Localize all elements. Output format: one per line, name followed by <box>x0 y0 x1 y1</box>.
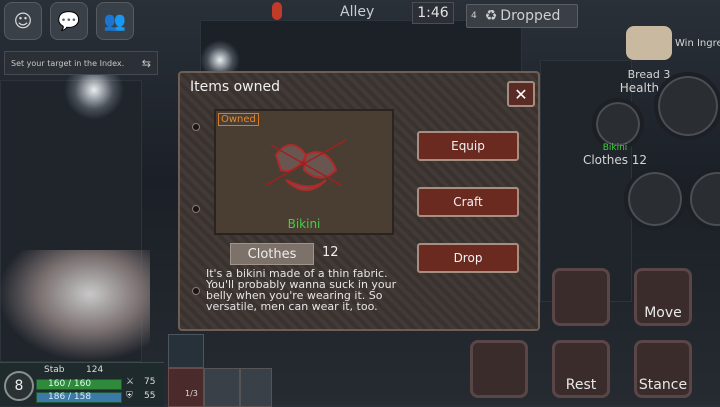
equip-button[interactable]: Equip <box>417 131 519 161</box>
alert-icon <box>272 2 282 20</box>
close-button[interactable]: ✕ <box>507 81 535 107</box>
swap-icon: ⇆ <box>141 56 151 70</box>
sword-icon: ⚔ <box>126 377 135 387</box>
people-icon: 👥 <box>103 10 127 32</box>
bikini-icon <box>265 139 347 191</box>
weapon-slot[interactable] <box>168 334 204 368</box>
weapon-count: 1/3 <box>185 389 198 398</box>
attack-name: Stab <box>44 365 65 375</box>
defense-stat: 55 <box>144 391 156 401</box>
category-tag: Clothes <box>230 243 314 265</box>
index-hint-text: Set your target in the Index. <box>11 58 125 68</box>
close-icon: ✕ <box>514 84 528 104</box>
equipped-clothes-name: Bikini <box>602 143 628 153</box>
game-clock: 1:46 <box>412 2 454 24</box>
recycle-icon: ♻ <box>484 8 498 24</box>
background-building-right <box>540 60 632 302</box>
bread-item-slot[interactable] <box>620 20 680 70</box>
dropped-items-button[interactable]: 4 ♻ Dropped <box>466 4 578 28</box>
speech-bubble-icon: 💬 <box>57 10 81 32</box>
weapon-slot[interactable] <box>204 368 240 407</box>
move-label: Move <box>644 305 682 321</box>
index-target-hint[interactable]: Set your target in the Index. ⇆ <box>4 51 158 75</box>
character-portrait-button[interactable] <box>470 340 528 398</box>
smiley-icon: ☺ <box>13 10 33 32</box>
inventory-slot-button[interactable] <box>552 268 610 326</box>
shield-icon: ⛨ <box>126 391 133 401</box>
item-name: Bikini <box>287 217 321 231</box>
character-status-panel: 8 Stab 124 160 / 160 186 / 158 ⚔ 75 ⛨ 55 <box>0 362 164 406</box>
weapon-slot-active[interactable]: 1/3 <box>168 368 204 407</box>
dialog-title: Items owned <box>190 79 281 95</box>
rivet <box>192 287 200 295</box>
equipped-clothes-stat: Clothes 12 <box>582 153 648 167</box>
dropped-label: Dropped <box>500 8 561 24</box>
rivet <box>192 123 200 131</box>
rivet <box>192 205 200 213</box>
stance-label: Stance <box>638 377 688 393</box>
hp-text: 160 / 160 <box>48 379 92 389</box>
level-badge: 8 <box>4 371 34 401</box>
rest-button[interactable]: Rest <box>552 340 610 398</box>
ingredient-label: Win Ingred <box>675 38 720 49</box>
equipment-wheel-top[interactable] <box>654 72 720 140</box>
craft-button[interactable]: Craft <box>417 187 519 217</box>
weapon-slot[interactable] <box>240 368 272 407</box>
owned-tag: Owned <box>218 113 259 126</box>
move-button[interactable]: Move <box>634 268 692 326</box>
category-value: 12 <box>322 245 339 260</box>
drop-button[interactable]: Drop <box>417 243 519 273</box>
item-preview-frame: Owned Bikini <box>214 109 394 235</box>
chat-message-button[interactable]: 💬 <box>50 2 88 40</box>
items-owned-dialog: Items owned ✕ Owned Bikini Equip Craft D… <box>178 71 540 331</box>
location-name: Alley <box>340 4 375 20</box>
attack-value: 124 <box>86 365 104 375</box>
bread-icon <box>626 26 672 60</box>
equipment-slot-right[interactable] <box>686 168 720 230</box>
attack-stat: 75 <box>144 377 156 387</box>
sp-text: 186 / 158 <box>48 392 92 402</box>
rest-label: Rest <box>565 377 597 393</box>
item-description: It's a bikini made of a thin fabric. You… <box>206 267 397 313</box>
friends-button[interactable]: 👥 <box>96 2 134 40</box>
equipped-clothes-label: Bikini Clothes 12 <box>570 140 660 167</box>
dropped-count: 4 <box>471 11 477 21</box>
equipment-slot-center[interactable] <box>624 168 686 230</box>
chat-emoji-button[interactable]: ☺ <box>4 2 42 40</box>
stance-button[interactable]: Stance <box>634 340 692 398</box>
character-portrait <box>0 250 150 360</box>
